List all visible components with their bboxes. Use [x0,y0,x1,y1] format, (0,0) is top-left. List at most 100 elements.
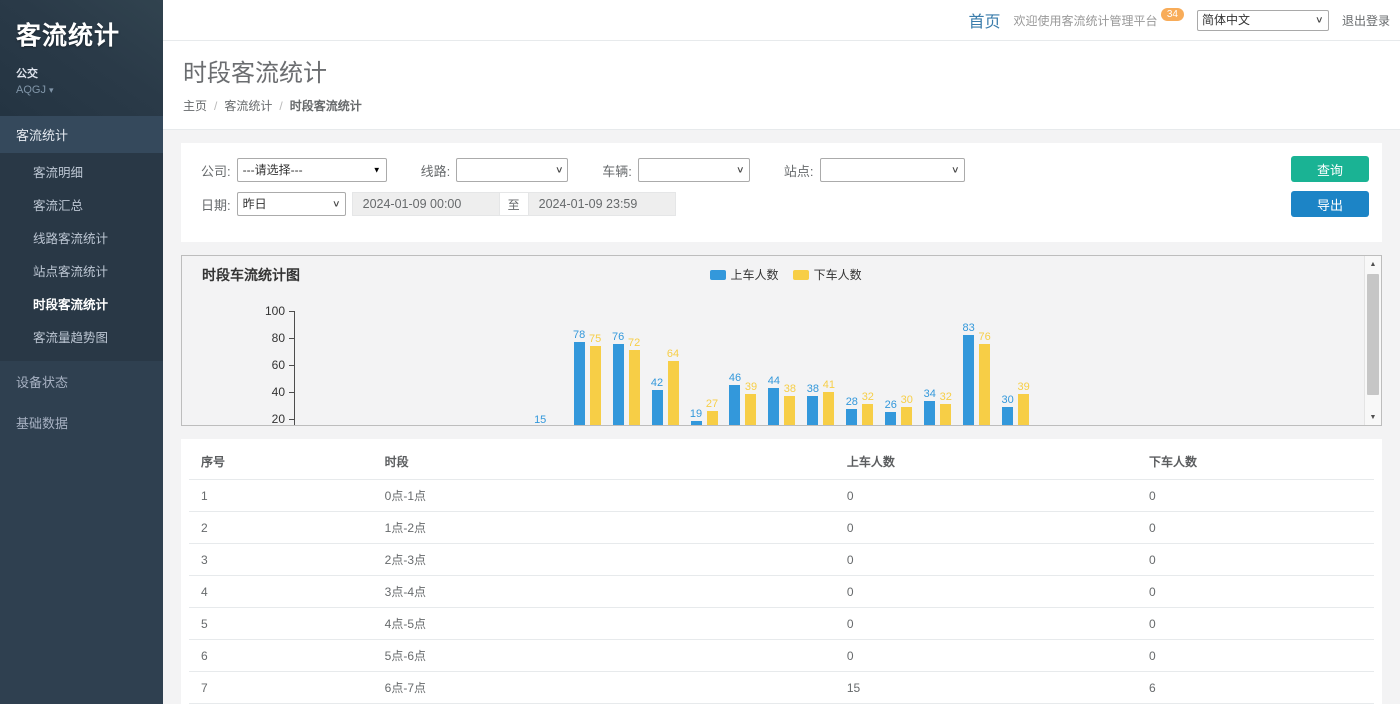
bar-value-label: 41 [823,379,835,391]
table-cell: 0 [835,608,1137,640]
bar-column: 39 [745,312,756,426]
bar-column: 0 [301,312,312,426]
sidebar-item-基础数据[interactable]: 基础数据 [0,402,163,443]
bar-column: 76 [979,312,990,426]
bar [1018,394,1029,426]
bar-column: 0 [1096,312,1107,426]
breadcrumb-item[interactable]: 客流统计 [224,97,272,114]
table-cell: 4 [189,576,373,608]
line-select[interactable] [456,158,568,182]
scrollbar-track[interactable] [1365,272,1381,409]
table-cell: 5点-6点 [373,640,835,672]
breadcrumb-item[interactable]: 主页 [183,97,207,114]
scroll-up-arrow-icon[interactable]: ▲ [1365,256,1381,272]
bar-value-label: 42 [651,377,663,389]
bar-group: 343216点-17点 [918,312,957,426]
bar-column: 0 [1174,312,1185,426]
stats-table: 序号时段上车人数下车人数 10点-1点0021点-2点0032点-3点0043点… [189,445,1374,704]
main-area: 首页 欢迎使用客流统计管理平台 34 简体中文 退出登录 时段客流统计 主页/客… [163,0,1400,704]
breadcrumb-item[interactable]: 时段客流统计 [290,97,362,114]
bar-column: 0 [1119,312,1130,426]
bar-value-label: 32 [862,391,874,403]
plot-zone: 020406080100000点-1点001点-2点002点-3点003点-4点… [182,312,1381,426]
bar-column: 0 [1135,312,1146,426]
company-select[interactable]: ---请选择--- [237,158,387,182]
chart-legend: 上车人数下车人数 [710,266,862,283]
scroll-down-arrow-icon[interactable]: ▼ [1365,409,1381,425]
sidebar-subitem-客流汇总[interactable]: 客流汇总 [0,188,163,221]
export-button[interactable]: 导出 [1291,191,1369,217]
bar [590,346,601,426]
bar-column: 38 [784,312,795,426]
bar-column: 41 [823,312,834,426]
date-end-input[interactable] [528,192,676,216]
date-preset-select[interactable]: 昨日 [237,192,346,216]
sidebar: 客流统计 公交 AQGJ ▾ 客流统计客流明细客流汇总线路客流统计站点客流统计时… [0,0,163,704]
bar-value-label: 39 [1018,381,1030,393]
station-select[interactable] [820,158,965,182]
bar-group: 0021点-22点 [1113,312,1152,426]
bar [652,390,663,426]
bar-column: 26 [885,312,896,426]
logout-link[interactable]: 退出登录 [1342,12,1390,29]
bar [629,350,640,426]
bar-column: 0 [473,312,484,426]
language-select[interactable]: 简体中文 [1197,10,1329,31]
table-cell: 0 [1137,544,1374,576]
legend-item-上车人数[interactable]: 上车人数 [710,266,779,283]
table-row: 21点-2点00 [189,512,1374,544]
sidebar-item-客流统计[interactable]: 客流统计 [0,116,163,153]
sidebar-item-设备状态[interactable]: 设备状态 [0,361,163,402]
query-button[interactable]: 查询 [1291,156,1369,182]
home-link[interactable]: 首页 [968,8,1000,32]
bar-column: 0 [1041,312,1052,426]
brand-area: 客流统计 公交 AQGJ ▾ [0,0,163,116]
table-cell: 0 [835,480,1137,512]
bar-value-label: 75 [589,333,601,345]
sidebar-subitem-客流明细[interactable]: 客流明细 [0,155,163,188]
table-cell: 0 [835,512,1137,544]
sidebar-subitem-时段客流统计[interactable]: 时段客流统计 [0,287,163,320]
bar-group: 837617点-18点 [957,312,996,426]
scrollbar-thumb[interactable] [1367,274,1379,395]
vehicle-select[interactable] [638,158,750,182]
org-code-dropdown[interactable]: AQGJ ▾ [16,84,147,96]
content: 公司: ---请选择--- 线路: 车辆: 站点: [163,130,1400,704]
bar-value-label: 38 [807,383,819,395]
breadcrumb: 主页/客流统计/时段客流统计 [183,97,1380,114]
bar-value-label: 30 [1002,394,1014,406]
bar [823,392,834,426]
bar-column: 72 [629,312,640,426]
bar-column: 0 [356,312,367,426]
welcome-text: 欢迎使用客流统计管理平台 34 [1014,12,1184,29]
table-cell: 0 [1137,576,1374,608]
sidebar-subitem-站点客流统计[interactable]: 站点客流统计 [0,254,163,287]
sidebar-subitem-客流量趋势图[interactable]: 客流量趋势图 [0,320,163,353]
sidebar-submenu: 客流明细客流汇总线路客流统计站点客流统计时段客流统计客流量趋势图 [0,153,163,361]
table-cell: 2 [189,512,373,544]
page-heading: 时段客流统计 主页/客流统计/时段客流统计 [163,41,1400,130]
action-buttons: 查询 导出 [1291,156,1369,217]
legend-item-下车人数[interactable]: 下车人数 [793,266,862,283]
date-start-input[interactable] [352,192,500,216]
table-cell: 0 [835,576,1137,608]
bar-column: 39 [1018,312,1029,426]
bar-column: 0 [379,312,390,426]
bar-column: 0 [496,312,507,426]
bar-column: 0 [1213,312,1224,426]
line-label: 线路: [421,161,451,180]
bar-value-label: 44 [768,375,780,387]
sidebar-subitem-线路客流统计[interactable]: 线路客流统计 [0,221,163,254]
bar-group: 1566点-7点 [529,312,568,426]
bar-column: 32 [940,312,951,426]
bar-column: 30 [1002,312,1013,426]
bar-group: 443812点-13点 [762,312,801,426]
bar-column: 32 [862,312,873,426]
bar-column: 64 [668,312,679,426]
bar [745,394,756,426]
bar-group: 002点-3点 [373,312,412,426]
bar [924,401,935,426]
bar [901,407,912,427]
bar-value-label: 72 [628,337,640,349]
table-row: 43点-4点00 [189,576,1374,608]
